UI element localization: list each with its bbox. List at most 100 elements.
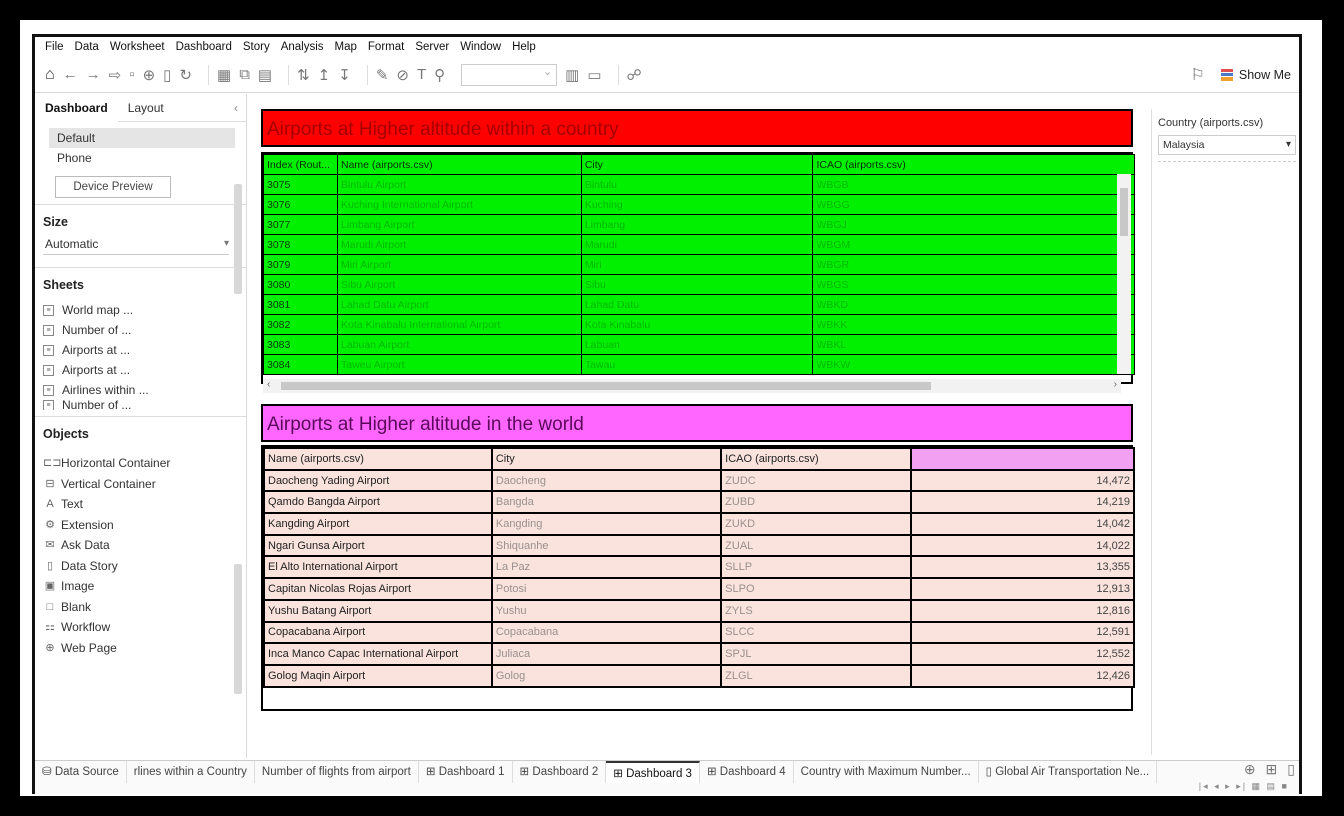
objects-scrollbar[interactable] <box>234 564 242 694</box>
scroll-right-icon[interactable]: › <box>1114 379 1117 390</box>
table-row[interactable]: 3075 Bintulu Airport Bintulu WBGB <box>263 174 1135 195</box>
sheet-item[interactable]: ≡ Number of ... <box>35 320 246 340</box>
fit-select[interactable] <box>461 63 558 86</box>
tab-sheet[interactable]: Number of flights from airport <box>255 761 419 783</box>
column-header[interactable]: Name (airports.csv) <box>336 154 582 175</box>
table-row[interactable]: 3082 Kota Kinabalu International Airport K… <box>263 314 1135 335</box>
column-header[interactable]: ICAO (airports.csv) <box>720 447 912 471</box>
new-worksheet-icon[interactable]: ▯ <box>163 66 171 84</box>
column-header[interactable]: Name (airports.csv) <box>263 447 493 471</box>
menu-data[interactable]: Data <box>75 41 99 53</box>
table-row[interactable]: 3083 Labuan Airport Labuan WBKL <box>263 334 1135 355</box>
menu-format[interactable]: Format <box>368 41 404 53</box>
tab-data-source[interactable]: ⛁ Data Source <box>35 761 127 783</box>
sheet-item[interactable]: ≡ Airports at ... <box>35 340 246 360</box>
back-icon[interactable]: ⇨ <box>109 66 122 84</box>
format-painter-icon[interactable]: ⚐ <box>1191 65 1205 85</box>
save-icon[interactable]: ▫ <box>129 66 134 83</box>
table-row[interactable]: 3077 Limbang Airport Limbang WBGJ <box>263 214 1135 235</box>
new-worksheet-icon[interactable]: ⊕ <box>1244 761 1256 778</box>
object-data-story[interactable]: ▯ Data Story <box>35 556 246 577</box>
object-extension[interactable]: ⚙ Extension <box>35 515 246 536</box>
collapse-icon[interactable]: ‹ <box>234 101 246 115</box>
menu-window[interactable]: Window <box>460 41 501 53</box>
tab-dashboard-3[interactable]: ⊞ Dashboard 3 <box>606 761 700 783</box>
menu-analysis[interactable]: Analysis <box>281 41 324 53</box>
object-image[interactable]: ▣ Image <box>35 576 246 597</box>
show-cards-icon[interactable]: ▥ <box>565 66 579 84</box>
object-horizontal-container[interactable]: ⊏⊐ Horizontal Container <box>35 453 246 474</box>
sheet-item[interactable]: ≡ World map ... <box>35 300 246 320</box>
new-sheet-icon[interactable]: ▦ <box>217 66 231 84</box>
object-workflow[interactable]: ⚏ Workflow <box>35 617 246 638</box>
table-row[interactable]: Yushu Batang Airport Yushu ZYLS 12,816 <box>263 598 1136 623</box>
pin-icon[interactable]: ⚲ <box>434 66 445 84</box>
menu-worksheet[interactable]: Worksheet <box>110 41 165 53</box>
menu-dashboard[interactable]: Dashboard <box>176 41 232 53</box>
object-blank[interactable]: □ Blank <box>35 597 246 618</box>
table-row[interactable]: Ngari Gunsa Airport Shiquanhe ZUAL 14,022 <box>263 533 1136 558</box>
table-row[interactable]: Qamdo Bangda Airport Bangda ZUBD 14,219 <box>263 490 1136 515</box>
table-row[interactable]: Daocheng Yading Airport Daocheng ZUDC 14,47… <box>263 468 1136 493</box>
scrollbar-thumb[interactable] <box>1120 188 1128 236</box>
new-story-icon[interactable]: ▯ <box>1287 761 1295 778</box>
menu-help[interactable]: Help <box>512 41 536 53</box>
tab-dashboard-4[interactable]: ⊞ Dashboard 4 <box>700 761 794 783</box>
new-dashboard-icon[interactable]: ⊞ <box>1266 761 1278 778</box>
sheet-navigation[interactable]: |◂ ◂ ▸ ▸| ▦ ▤ ■ <box>1199 781 1289 792</box>
refresh-icon[interactable]: ↻ <box>179 66 192 84</box>
new-datasource-icon[interactable]: ⊕ <box>143 66 156 84</box>
column-header[interactable]: ICAO (airports.csv) <box>812 154 1135 175</box>
tab-layout[interactable]: Layout <box>118 94 174 122</box>
object-ask-data[interactable]: ✉ Ask Data <box>35 535 246 556</box>
table-row[interactable]: 3078 Marudi Airport Marudi WBGM <box>263 234 1135 255</box>
sheets-scrollbar[interactable] <box>234 184 242 294</box>
sort-ascending-icon[interactable]: ↥ <box>318 66 331 84</box>
object-vertical-container[interactable]: ⊟ Vertical Container <box>35 474 246 495</box>
tab-dashboard-2[interactable]: ⊞ Dashboard 2 <box>513 761 607 783</box>
table-row[interactable]: Copacabana Airport Copacabana SLCC 12,591 <box>263 620 1136 645</box>
share-icon[interactable]: ☍ <box>627 66 642 84</box>
sheet-item[interactable]: ≡ Airports at ... <box>35 360 246 380</box>
table-row[interactable]: El Alto International Airport La Paz SLLP 1… <box>263 555 1136 580</box>
device-preview-button[interactable]: Device Preview <box>55 176 171 198</box>
tab-dashboard[interactable]: Dashboard <box>35 94 118 122</box>
menu-map[interactable]: Map <box>335 41 357 53</box>
highlight-icon[interactable]: ✎ <box>376 66 389 84</box>
duplicate-icon[interactable]: ⧉ <box>239 66 250 83</box>
menu-story[interactable]: Story <box>243 41 270 53</box>
redo-icon[interactable]: → <box>86 66 101 83</box>
tab-dashboard-1[interactable]: ⊞ Dashboard 1 <box>419 761 513 783</box>
object-text[interactable]: A Text <box>35 494 246 515</box>
device-phone[interactable]: Phone <box>49 148 246 168</box>
presentation-icon[interactable]: ▭ <box>587 66 601 84</box>
column-header[interactable] <box>909 447 1136 471</box>
table-row[interactable]: 3084 Taweu Airport Tawau WBKW <box>263 354 1135 375</box>
sheet-item[interactable]: ≡ Number of ... <box>35 400 246 410</box>
swap-icon[interactable]: ⇅ <box>297 66 310 84</box>
sheet-item[interactable]: ≡ Airlines within ... <box>35 380 246 400</box>
tab-story[interactable]: ▯ Global Air Transportation Ne... <box>979 761 1158 783</box>
sort-descending-icon[interactable]: ↧ <box>338 66 351 84</box>
menu-server[interactable]: Server <box>415 41 449 53</box>
table-row[interactable]: 3080 Sibu Airport Sibu WBGS <box>263 274 1135 295</box>
object-web-page[interactable]: ⊕ Web Page <box>35 638 246 659</box>
scrollbar-thumb[interactable] <box>281 382 931 390</box>
country-table-horizontal-scrollbar[interactable]: ‹ › <box>263 379 1121 393</box>
table-row[interactable]: 3076 Kuching International Airport Kuching… <box>263 194 1135 215</box>
undo-icon[interactable]: ← <box>63 66 78 83</box>
size-select[interactable]: Automatic <box>43 233 229 255</box>
scroll-left-icon[interactable]: ‹ <box>267 379 270 390</box>
table-row[interactable]: Capitan Nicolas Rojas Airport Potosi SLPO 1… <box>263 577 1136 601</box>
column-header[interactable]: City <box>580 154 814 175</box>
device-default[interactable]: Default <box>49 128 235 148</box>
labels-icon[interactable]: T <box>417 66 426 83</box>
home-icon[interactable]: ⌂ <box>45 66 55 84</box>
menu-file[interactable]: File <box>45 41 64 53</box>
country-table-vertical-scrollbar[interactable] <box>1117 174 1131 374</box>
country-filter-select[interactable]: Malaysia <box>1158 135 1296 155</box>
table-row[interactable]: Kangding Airport Kangding ZUKD 14,042 <box>263 512 1136 536</box>
table-row[interactable]: 3081 Lahad Datu Airport Lahad Datu WBKD <box>263 294 1135 315</box>
table-row[interactable]: Golog Maqin Airport Golog ZLGL 12,426 <box>263 663 1136 688</box>
tab-sheet[interactable]: Country with Maximum Number... <box>794 761 979 783</box>
